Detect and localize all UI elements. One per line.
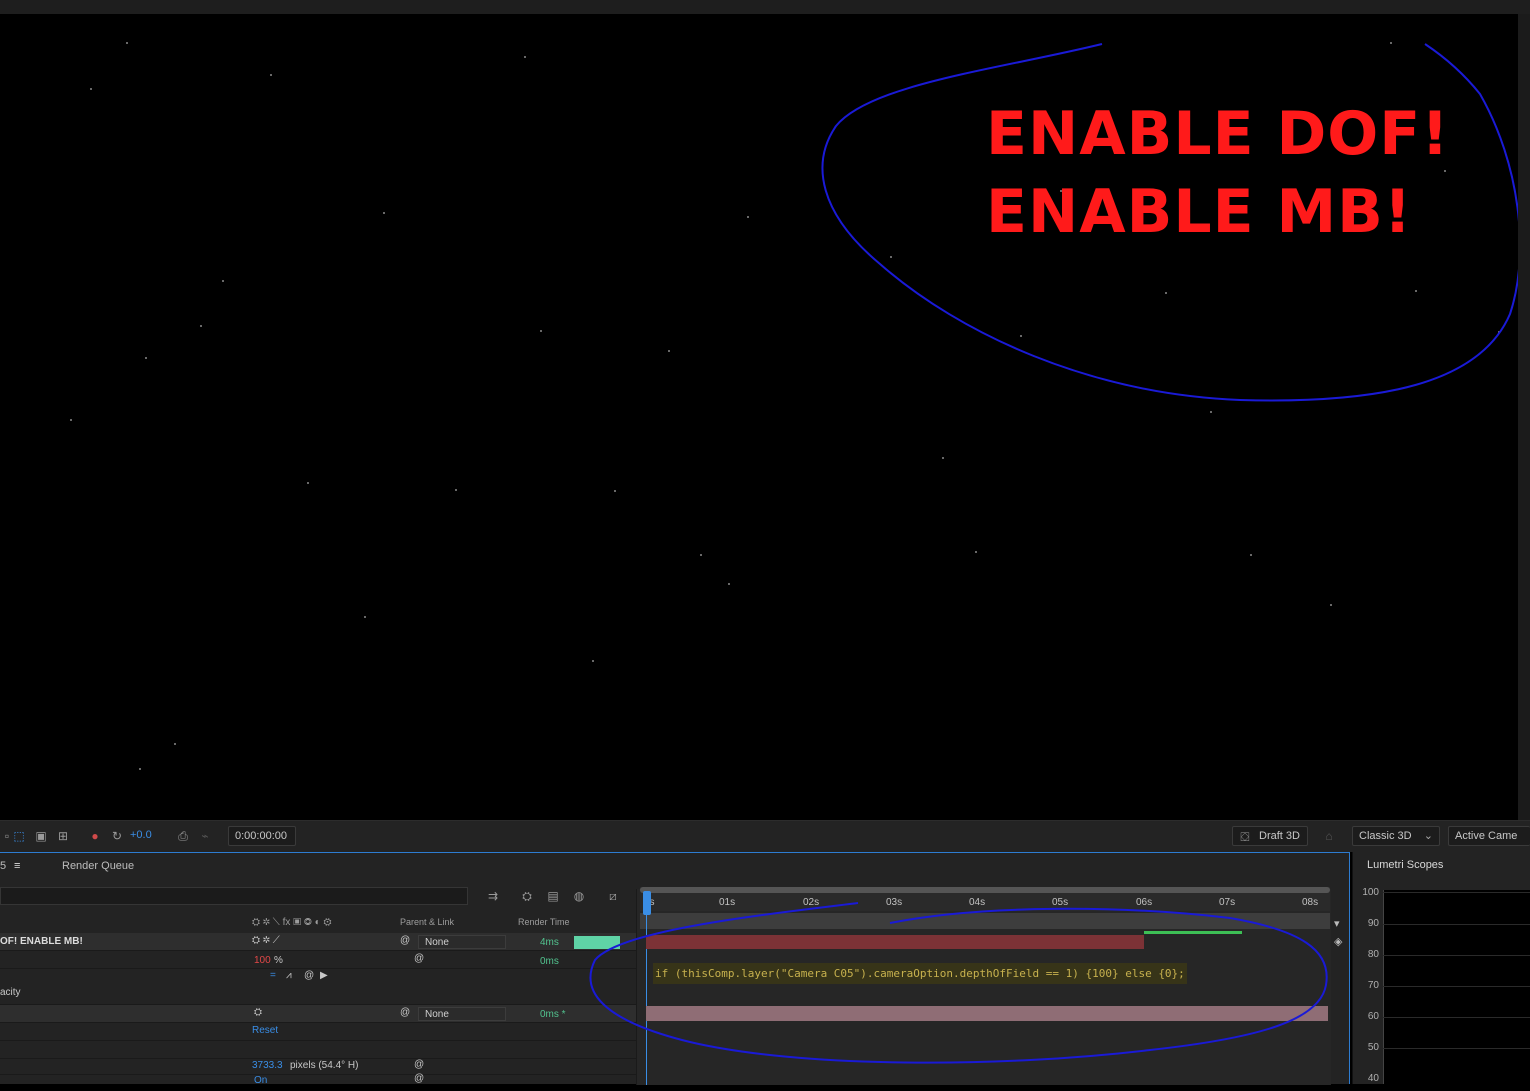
show-snapshot-icon[interactable]: ⌁ (198, 829, 212, 843)
camera-shy-icon[interactable]: ⛭ (254, 1007, 262, 1018)
on-pickwhip-icon[interactable]: @ (414, 1073, 424, 1084)
panel-menu-icon[interactable]: ≡ (14, 860, 20, 872)
scope-gridline (1383, 892, 1530, 893)
motion-blur-icon[interactable]: ◍ (572, 889, 586, 903)
layer-render-time: 4ms (540, 937, 559, 948)
pickwhip-icon[interactable]: @ (400, 935, 410, 946)
window-top-strip (0, 0, 1530, 14)
tab-lumetri-scopes[interactable]: Lumetri Scopes (1367, 859, 1443, 871)
renderer-label: Classic 3D (1359, 830, 1412, 842)
camera-duration-bar[interactable] (646, 1006, 1328, 1021)
ruler-label-1: 01s (719, 897, 736, 908)
layer-row-opacity-expression: acity = ⩘ @ ▶ (0, 969, 636, 1005)
scope-gridline (1383, 955, 1530, 956)
scope-label-40: 40 (1367, 1073, 1379, 1084)
draft-3d-label: Draft 3D (1259, 830, 1300, 842)
time-navigator[interactable] (640, 913, 1330, 929)
layer-name[interactable]: OF! ENABLE MB! (0, 936, 83, 947)
scope-label-50: 50 (1367, 1042, 1379, 1053)
mask-visibility-icon[interactable]: ▣ (34, 829, 48, 843)
layer-switches-icons[interactable]: ⛭ ✲ ⟋ (252, 935, 280, 946)
scope-gridline (1383, 1048, 1530, 1049)
expression-pickwhip-icon[interactable]: @ (304, 970, 314, 981)
ruler-label-7: 07s (1219, 897, 1236, 908)
scope-label-100: 100 (1362, 887, 1379, 898)
camera-render-time: 0ms * (540, 1009, 566, 1020)
reset-link[interactable]: Reset (252, 1025, 278, 1036)
scope-gridline (1383, 1017, 1530, 1018)
render-time-header: Render Time (518, 917, 570, 927)
zoom-pickwhip-icon[interactable]: @ (414, 1059, 424, 1070)
composition-viewer[interactable]: ENABLE DOF! ENABLE MB! (0, 14, 1518, 820)
ruler-label-5: 05s (1052, 897, 1069, 908)
grid-guides-icon[interactable]: ⊞ (56, 829, 70, 843)
comp-button-icon[interactable]: ▾ (1334, 917, 1348, 931)
ruler-label-3: 03s (886, 897, 903, 908)
zoom-value[interactable]: 3733.3 (252, 1060, 283, 1071)
on-toggle[interactable]: On (254, 1075, 267, 1086)
shy-layers-icon[interactable]: ⛭ (520, 889, 534, 903)
layer-duration-bar[interactable] (646, 935, 1144, 949)
opacity-label: acity (0, 987, 21, 998)
opacity-unit: % (274, 955, 283, 966)
viewer-right-edge (1518, 14, 1530, 820)
ruler-label-2: 02s (803, 897, 820, 908)
scope-label-70: 70 (1367, 980, 1379, 991)
expression-text[interactable]: if (thisComp.layer("Camera C05").cameraO… (653, 963, 1187, 984)
exposure-value[interactable]: +0.0 (130, 829, 152, 841)
render-time-bar (574, 936, 620, 949)
opacity-render-time: 0ms (540, 956, 559, 967)
expression-enable-icon[interactable]: = (270, 970, 276, 981)
time-ruler[interactable]: 0s 01s 02s 03s 04s 05s 06s 07s 08s (640, 887, 1330, 911)
opacity-pickwhip-icon[interactable]: @ (414, 953, 424, 964)
parent-link-header: Parent & Link (400, 917, 455, 927)
scope-gridline (1383, 986, 1530, 987)
channel-icon[interactable]: ● (88, 829, 102, 843)
expression-language-menu-icon[interactable]: ▶ (320, 970, 328, 981)
cached-frames-bar (1144, 931, 1242, 934)
scope-label-80: 80 (1367, 949, 1379, 960)
composition-mini-flowchart-icon[interactable]: ⇉ (486, 889, 500, 903)
renderer-dropdown[interactable]: Classic 3D ⌄ (1352, 826, 1440, 846)
tab-composition[interactable]: 5 (0, 860, 6, 872)
layer-row-reset: Reset (0, 1023, 636, 1041)
frame-blending-icon[interactable]: ▤ (546, 889, 560, 903)
parent-dropdown[interactable]: None (418, 935, 506, 949)
viewer-toolbar: ▫ ⬚ ▣ ⊞ ● ↻ +0.0 ⎙ ⌁ 0:00:00:00 Draft 3D… (0, 820, 1530, 852)
annotation-ellipse-top (821, 43, 1518, 402)
layer-row-on: On @ (0, 1073, 636, 1091)
scope-gridline (1383, 924, 1530, 925)
expression-graph-icon[interactable]: ⩘ (286, 970, 292, 981)
draft-3d-icon: ⛋ (1240, 830, 1250, 844)
waveform-scope (1383, 890, 1530, 1084)
graph-editor-icon[interactable]: ⧄ (606, 889, 620, 903)
scope-label-90: 90 (1367, 918, 1379, 929)
current-time-field[interactable]: 0:00:00:00 (228, 826, 296, 846)
scope-label-60: 60 (1367, 1011, 1379, 1022)
camera-parent-dropdown[interactable]: None (418, 1007, 506, 1021)
chevron-down-icon: ⌄ (1423, 830, 1433, 842)
snapshot-icon[interactable]: ⎙ (176, 829, 190, 843)
layer-row-opacity-value: 100 % @ 0ms (0, 951, 636, 969)
3d-ground-plane-icon[interactable]: ⌂ (1322, 829, 1336, 843)
ruler-label-6: 06s (1136, 897, 1153, 908)
work-area-bar[interactable] (640, 887, 1330, 893)
switches-header-icons: ⛭ ✲ ⟍ fx ▣ ◎ ◐ ⚙ (252, 917, 332, 928)
view-dropdown[interactable]: Active Came (1448, 826, 1530, 846)
reset-exposure-icon[interactable]: ↻ (110, 829, 124, 843)
ruler-label-4: 04s (969, 897, 986, 908)
tab-render-queue[interactable]: Render Queue (62, 860, 134, 872)
layer-search-input[interactable] (0, 887, 468, 905)
camera-pickwhip-icon[interactable]: @ (400, 1007, 410, 1018)
opacity-value[interactable]: 100 (254, 955, 271, 966)
expression-graph-toggle-icon[interactable]: ◈ (1334, 935, 1348, 949)
zoom-unit: pixels (54.4° H) (290, 1060, 359, 1071)
lumetri-scopes-panel: Lumetri Scopes 100 90 80 70 60 50 40 (1352, 852, 1530, 1084)
layer-row-camera[interactable]: ⛭ @ None 0ms * (0, 1005, 636, 1023)
current-time-indicator[interactable] (643, 891, 651, 915)
layer-row-text[interactable]: OF! ENABLE MB! ⛭ ✲ ⟋ @ None 4ms (0, 933, 636, 951)
ruler-label-8: 08s (1302, 897, 1319, 908)
transparency-grid-icon[interactable]: ⬚ (12, 829, 26, 843)
